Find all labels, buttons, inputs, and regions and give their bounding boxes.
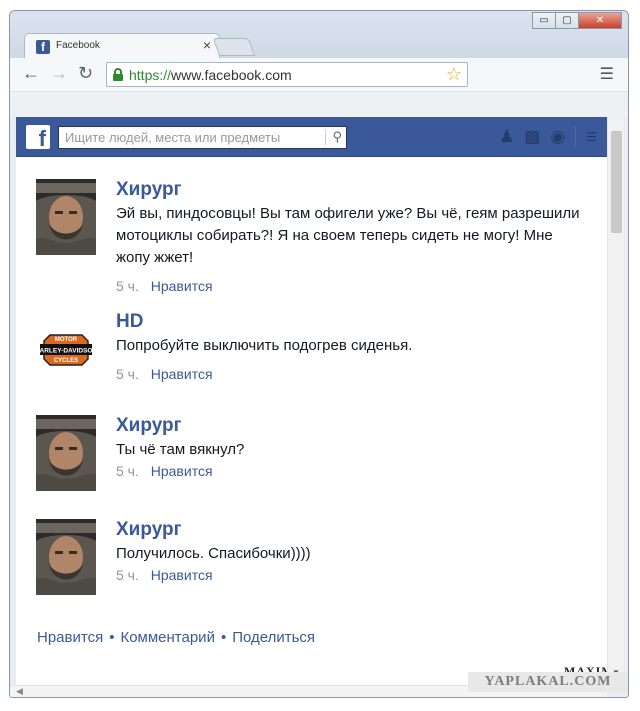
comment-meta: 5 ч. Нравится: [116, 463, 213, 479]
scroll-left-arrow-icon[interactable]: ◀: [16, 686, 23, 697]
comment-meta: 5 ч. Нравится: [116, 366, 213, 382]
search-input[interactable]: Ищите людей, места или предметы ⚲: [58, 126, 347, 149]
facebook-header: f Ищите людей, места или предметы ⚲ ♟ ▩ …: [16, 117, 607, 157]
browser-toolbar: ← → ↻ https://www.facebook.com ☆ ☰: [10, 58, 628, 92]
browser-window: f Facebook × ▭ ▢ ✕ ← → ↻ https://www.fac…: [9, 10, 629, 698]
tab-close-icon[interactable]: ×: [203, 37, 211, 53]
author-name[interactable]: Хирург: [116, 519, 182, 541]
like-link[interactable]: Нравится: [151, 278, 213, 294]
comment-text: Попробуйте выключить подогрев сиденья.: [116, 337, 413, 354]
like-link[interactable]: Нравится: [151, 366, 213, 382]
harley-davidson-logo[interactable]: HARLEY-DAVIDSON MOTOR CYCLES: [36, 311, 96, 387]
comment-meta: 5 ч. Нравится: [116, 278, 213, 294]
new-tab-button[interactable]: [212, 38, 256, 56]
comment-text: Ты чё там вякнул?: [116, 441, 245, 458]
search-placeholder: Ищите людей, места или предметы: [65, 130, 281, 145]
comment-text: Эй вы, пиндосовцы! Вы там офигели уже? В…: [116, 205, 580, 266]
lock-icon: [113, 68, 123, 81]
author-name[interactable]: Хирург: [116, 415, 182, 437]
bearded-man-avatar[interactable]: [36, 179, 96, 255]
notifications-globe-icon[interactable]: ◉: [550, 127, 565, 147]
share-action-link[interactable]: Поделиться: [232, 629, 315, 646]
comment-meta: 5 ч. Нравится: [116, 567, 213, 583]
separator-dot: •: [220, 629, 227, 646]
separator-dot: •: [109, 629, 115, 646]
address-bar[interactable]: https://www.facebook.com ☆: [106, 62, 468, 87]
timestamp: 5 ч.: [116, 463, 139, 479]
author-name[interactable]: Хирург: [116, 179, 182, 201]
tab-title: Facebook: [56, 40, 100, 51]
post-actions: Нравится • Комментарий • Поделиться: [37, 629, 315, 646]
title-bar: f Facebook × ▭ ▢ ✕: [10, 11, 628, 59]
minimize-button[interactable]: ▭: [532, 12, 556, 29]
forward-arrow-icon[interactable]: →: [50, 63, 68, 84]
facebook-logo-icon[interactable]: f: [26, 125, 50, 151]
tab-facebook[interactable]: f Facebook ×: [24, 33, 220, 59]
bearded-man-avatar[interactable]: [36, 415, 96, 491]
maximize-button[interactable]: ▢: [555, 12, 579, 29]
like-link[interactable]: Нравится: [151, 463, 213, 479]
bookmark-star-icon[interactable]: ☆: [446, 64, 462, 85]
facebook-favicon-icon: f: [36, 40, 50, 54]
vertical-scrollbar[interactable]: ▼: [607, 117, 624, 685]
friends-icon[interactable]: ♟: [499, 127, 514, 147]
close-button[interactable]: ✕: [578, 12, 622, 29]
page-content: f Ищите людей, места или предметы ⚲ ♟ ▩ …: [16, 117, 607, 685]
author-name[interactable]: HD: [116, 311, 143, 333]
svg-text:HARLEY-DAVIDSON: HARLEY-DAVIDSON: [36, 348, 96, 355]
site-watermark: YAPLAKAL.COM: [468, 672, 628, 692]
timestamp: 5 ч.: [116, 366, 139, 382]
svg-text:MOTOR: MOTOR: [55, 337, 78, 343]
search-icon[interactable]: ⚲: [325, 129, 342, 145]
header-divider: [575, 127, 577, 147]
window-controls: ▭ ▢ ✕: [532, 12, 622, 29]
bookmarks-area: [10, 92, 628, 117]
timestamp: 5 ч.: [116, 567, 139, 583]
messages-icon[interactable]: ▩: [524, 127, 540, 147]
header-icons: ♟ ▩ ◉ ☰: [499, 127, 597, 147]
menu-icon[interactable]: ☰: [600, 64, 614, 84]
privacy-lock-icon[interactable]: ☰: [586, 130, 597, 144]
reload-icon[interactable]: ↻: [78, 63, 93, 84]
comment-text: Получилось. Спасибочки)))): [116, 545, 311, 562]
comment-action-link[interactable]: Комментарий: [120, 629, 214, 646]
like-link[interactable]: Нравится: [151, 567, 213, 583]
timestamp: 5 ч.: [116, 278, 139, 294]
scrollbar-thumb[interactable]: [611, 131, 622, 233]
back-arrow-icon[interactable]: ←: [22, 63, 40, 84]
svg-text:CYCLES: CYCLES: [54, 358, 78, 364]
url-text: https://www.facebook.com: [129, 67, 292, 83]
bearded-man-avatar[interactable]: [36, 519, 96, 595]
like-action-link[interactable]: Нравится: [37, 629, 103, 646]
